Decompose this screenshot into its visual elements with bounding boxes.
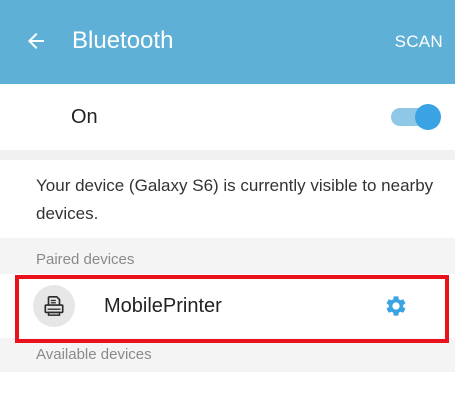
bluetooth-status-label: On xyxy=(71,106,98,128)
section-divider xyxy=(0,150,455,160)
paired-devices-header: Paired devices xyxy=(36,251,135,268)
gear-icon[interactable] xyxy=(384,294,408,318)
visibility-message: Your device (Galaxy S6) is currently vis… xyxy=(36,176,434,223)
visibility-info: Your device (Galaxy S6) is currently vis… xyxy=(0,160,455,238)
available-devices-list xyxy=(0,372,455,394)
paired-device-row-mobileprinter[interactable]: MobilePrinter xyxy=(0,274,455,338)
bluetooth-toggle-row[interactable]: On xyxy=(0,84,455,150)
printer-icon xyxy=(44,296,64,316)
scan-button[interactable]: SCAN xyxy=(395,31,443,53)
app-bar: Bluetooth SCAN xyxy=(0,0,455,84)
bluetooth-toggle-switch[interactable] xyxy=(391,104,441,130)
device-name: MobilePrinter xyxy=(104,295,222,317)
arrow-back-icon[interactable] xyxy=(24,29,48,53)
page-title: Bluetooth xyxy=(72,27,174,54)
available-devices-header: Available devices xyxy=(36,346,152,363)
toggle-thumb xyxy=(415,104,441,130)
device-avatar xyxy=(33,285,75,327)
